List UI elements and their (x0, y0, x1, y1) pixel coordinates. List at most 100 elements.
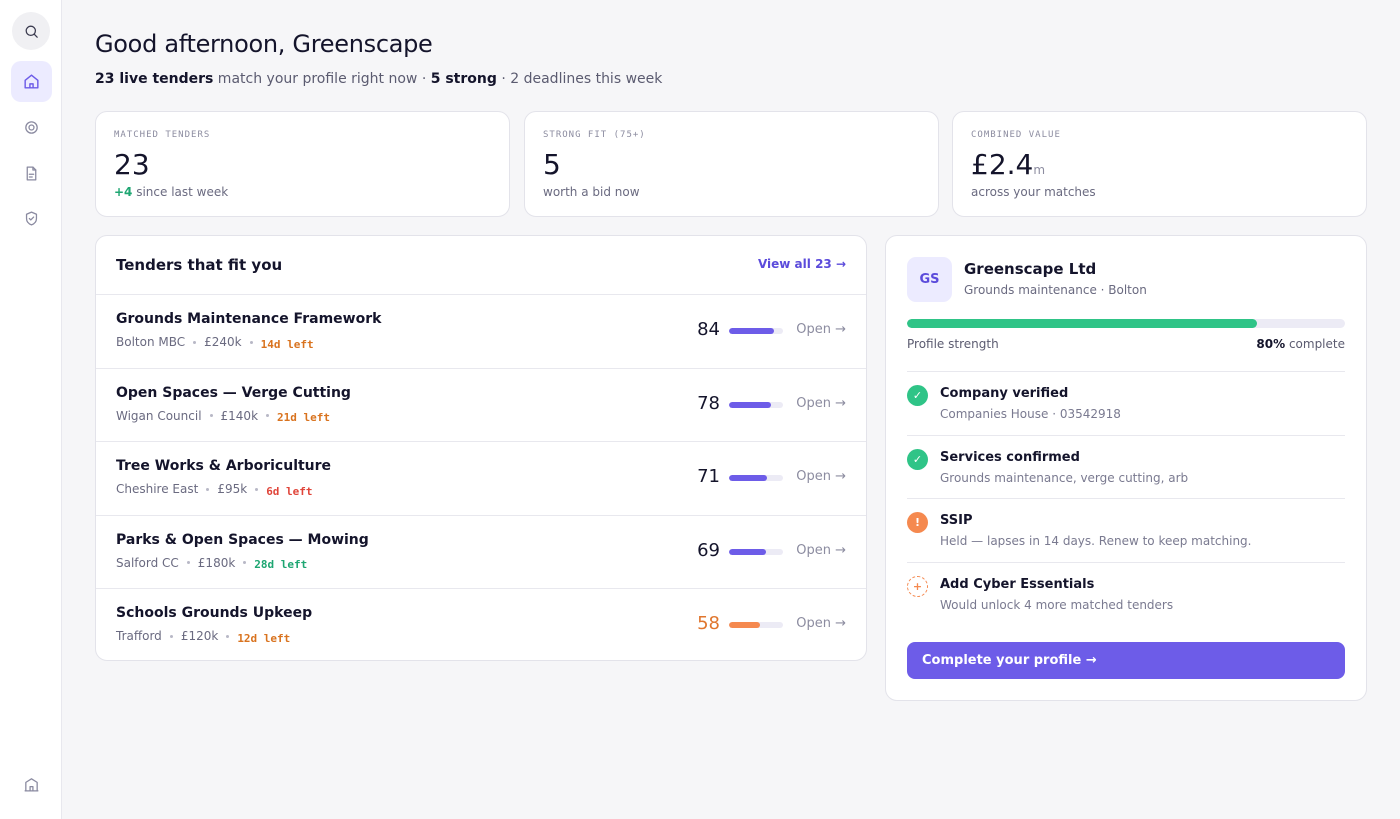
tender-value: £240k (204, 335, 242, 349)
stat-value: 5 (543, 148, 561, 181)
tender-deadline: 21d left (277, 411, 331, 424)
search-icon (25, 25, 38, 38)
strength-value: 80% (1256, 337, 1286, 351)
separator-dot (226, 634, 230, 638)
company-name: Greenscape Ltd (964, 260, 1097, 278)
stat-note-text: since last week (132, 185, 229, 199)
separator-dot (206, 487, 210, 491)
tenders-title: Tenders that fit you (116, 256, 283, 274)
tender-value: £95k (217, 482, 248, 496)
tender-row[interactable]: Grounds Maintenance Framework Bolton MBC… (96, 295, 866, 369)
checklist-item[interactable]: ✓ Company verified Companies House · 035… (907, 371, 1345, 435)
fit-bar (729, 475, 783, 481)
tender-buyer: Salford CC (116, 555, 179, 570)
view-all-link[interactable]: View all 23 → (758, 257, 846, 271)
strong-count: 5 strong (430, 71, 497, 87)
home-icon (24, 74, 39, 89)
tender-deadline: 28d left (254, 558, 308, 571)
stat-note: across your matches (971, 185, 1096, 199)
stat-unit: m (1033, 163, 1046, 177)
stat-note: +4 since last week (114, 185, 228, 199)
live-count: 23 live tenders (95, 71, 214, 87)
checklist-title: Company verified (940, 386, 1069, 401)
separator-dot (249, 340, 253, 344)
fit-bar-fill (729, 328, 775, 334)
tender-list: Grounds Maintenance Framework Bolton MBC… (96, 295, 866, 660)
checklist-item[interactable]: ! SSIP Held — lapses in 14 days. Renew t… (907, 498, 1345, 562)
fit-score: 69 (697, 539, 720, 561)
fit-bar (729, 622, 783, 628)
match-text: match your profile right now · (213, 71, 431, 87)
stat-label: STRONG FIT (75+) (543, 130, 646, 140)
fit-bar-fill (729, 622, 761, 628)
stat-label: COMBINED VALUE (971, 130, 1061, 140)
profile-strength-fill (907, 319, 1258, 328)
stat-note-text: worth a bid now (543, 185, 640, 199)
building-icon (23, 777, 39, 792)
sidebar-item-home[interactable] (11, 61, 52, 102)
open-tender-link[interactable]: Open → (796, 322, 846, 337)
tender-title: Open Spaces — Verge Cutting (116, 384, 351, 401)
stat-value: 23 (114, 148, 150, 181)
tender-meta: Salford CC £180k 28d left (116, 555, 308, 572)
open-tender-link[interactable]: Open → (796, 469, 846, 484)
search-button[interactable] (12, 12, 50, 50)
tenders-header: Tenders that fit you View all 23 → (96, 236, 866, 295)
tender-row[interactable]: Schools Grounds Upkeep Trafford £120k 12d … (96, 589, 866, 660)
fit-bar-fill (729, 475, 768, 481)
checkmark-icon: ✓ (907, 448, 928, 470)
stat-delta: +4 (114, 185, 133, 199)
profile-checklist: ✓ Company verified Companies House · 035… (907, 371, 1345, 625)
stat-label: MATCHED TENDERS (114, 130, 211, 140)
plus-icon: + (907, 575, 928, 597)
sidebar-item-company[interactable] (12, 765, 50, 803)
tender-meta: Cheshire East £95k 6d left (116, 482, 313, 498)
profile-strength-label: Profile strength (907, 337, 999, 351)
sidebar-item-compliance[interactable] (12, 199, 50, 237)
fit-score: 84 (697, 319, 720, 340)
tender-buyer: Bolton MBC (116, 335, 186, 349)
target-icon (24, 120, 38, 134)
tender-row[interactable]: Tree Works & Arboriculture Cheshire East… (96, 442, 866, 516)
deadline-text: · 2 deadlines this week (496, 71, 663, 87)
checklist-item[interactable]: ✓ Services confirmed Grounds maintenance… (907, 434, 1345, 499)
stat-value: £2.4m (971, 148, 1045, 181)
stat-card-strong-fit: STRONG FIT (75+) 5 worth a bid now (524, 111, 939, 217)
tender-row[interactable]: Open Spaces — Verge Cutting Wigan Counci… (96, 369, 866, 442)
checklist-subtitle: Would unlock 4 more matched tenders (940, 597, 1174, 612)
tender-title: Parks & Open Spaces — Mowing (116, 531, 369, 548)
stat-number: 5 (543, 148, 561, 181)
profile-strength-percent: 80% complete (1256, 337, 1345, 351)
document-icon (26, 165, 36, 181)
tender-deadline: 6d left (266, 484, 313, 498)
separator-dot (193, 340, 197, 344)
stat-note: worth a bid now (543, 185, 640, 199)
checklist-title: Services confirmed (940, 449, 1080, 465)
summary-line: 23 live tenders match your profile right… (95, 71, 662, 87)
checklist-item[interactable]: + Add Cyber Essentials Would unlock 4 mo… (907, 561, 1345, 626)
sidebar-item-matches[interactable] (12, 108, 50, 146)
tender-row[interactable]: Parks & Open Spaces — Mowing Salford CC £… (96, 516, 866, 589)
separator-dot (266, 414, 270, 417)
separator-dot (209, 414, 213, 417)
sidebar (0, 0, 62, 819)
stat-number: £2.4 (971, 148, 1034, 181)
checklist-subtitle: Companies House · 03542918 (940, 407, 1121, 421)
open-tender-link[interactable]: Open → (796, 543, 846, 558)
separator-dot (243, 561, 247, 564)
fit-score: 58 (697, 613, 720, 634)
company-subtitle: Grounds maintenance · Bolton (964, 283, 1147, 297)
separator-dot (169, 634, 173, 638)
sidebar-item-documents[interactable] (12, 154, 50, 192)
fit-bar (729, 548, 783, 555)
tenders-panel: Tenders that fit you View all 23 → Groun… (95, 235, 867, 661)
open-tender-link[interactable]: Open → (796, 396, 846, 411)
tender-buyer: Trafford (116, 629, 162, 643)
tender-deadline: 14d left (260, 337, 314, 351)
tender-meta: Wigan Council £140k 21d left (116, 408, 331, 425)
fit-bar-fill (729, 401, 772, 408)
tender-buyer: Wigan Council (116, 408, 202, 423)
complete-profile-button[interactable]: Complete your profile → (907, 642, 1345, 679)
open-tender-link[interactable]: Open → (796, 616, 846, 631)
profile-strength-bar (907, 319, 1345, 328)
